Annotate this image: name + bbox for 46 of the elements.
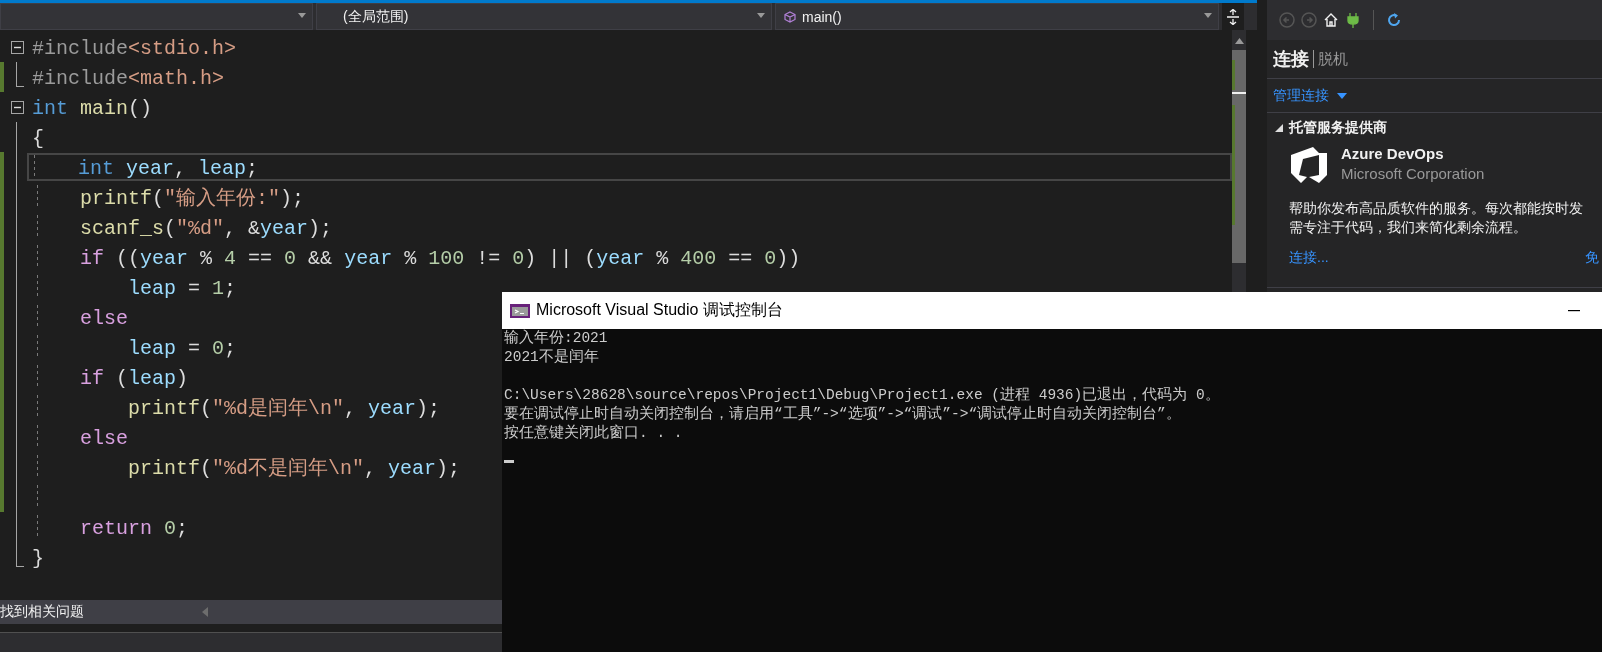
caret-icon	[1204, 13, 1212, 18]
change-bar	[0, 62, 4, 92]
code-line: {	[31, 126, 45, 151]
caret-icon	[298, 13, 306, 18]
minimize-icon[interactable]	[1568, 309, 1580, 312]
home-icon[interactable]	[1323, 12, 1339, 28]
section-title: 托管服务提供商	[1289, 119, 1387, 137]
code-line: #include<stdio.h>	[31, 36, 238, 61]
split-icon	[1226, 8, 1240, 25]
provider-logo-icon	[1289, 145, 1329, 185]
split-button[interactable]	[1222, 3, 1244, 30]
console-app-icon	[510, 303, 530, 318]
scrollbar[interactable]	[1232, 30, 1246, 292]
code-line: int main()	[31, 96, 154, 121]
text-cursor	[504, 460, 514, 463]
provider-name: Azure DevOps	[1341, 145, 1445, 164]
fold-end-line	[16, 542, 24, 567]
console-output-line: 输入年份:2021	[504, 329, 609, 348]
scroll-up-icon[interactable]	[1234, 38, 1244, 44]
collapse-icon[interactable]	[10, 100, 24, 114]
link[interactable]: 免	[1585, 249, 1599, 267]
plug-icon[interactable]	[1345, 12, 1361, 28]
console-output-line: 2021不是闰年	[504, 348, 600, 367]
expanded-arrow-icon[interactable]	[1275, 124, 1283, 132]
console-output-line: C:\Users\28628\source\repos\Project1\Debug\Project1.exe (进程 4936)已退出，代码为 0。	[504, 386, 1221, 405]
fold-end-line	[16, 62, 24, 87]
caret-icon	[757, 13, 765, 18]
manage-connections-link[interactable]: 管理连接	[1273, 86, 1329, 105]
link[interactable]: 连接...	[1289, 249, 1329, 267]
provider-publisher: Microsoft Corporation	[1341, 165, 1486, 184]
panel-title: 连接	[1273, 48, 1309, 71]
code-line: #include<math.h>	[31, 66, 226, 91]
refresh-icon[interactable]	[1386, 12, 1402, 28]
dropdown[interactable]: (全局范围)	[316, 3, 772, 30]
code-line: }	[31, 546, 45, 571]
console-output-line: 按任意键关闭此窗口. . .	[504, 424, 684, 443]
offline-label: 脱机	[1318, 49, 1348, 69]
window-title: Microsoft Visual Studio 调试控制台	[536, 300, 783, 320]
cube-icon	[784, 10, 796, 23]
description-text: 帮助你发布高品质软件的服务。每次都能按时发	[1289, 199, 1584, 218]
status-text: 找到相关问题	[0, 603, 84, 621]
dropdown[interactable]: main()	[775, 3, 1219, 30]
collapse-icon[interactable]	[10, 40, 24, 54]
description-text: 需专注于代码，我们来简化剩余流程。	[1289, 218, 1528, 237]
caret-icon[interactable]	[1337, 92, 1347, 99]
console-output-line: 要在调试停止时自动关闭控制台，请启用“工具”->“选项”->“调试”->“调试停止时自动关闭控制台”。	[504, 405, 1182, 424]
